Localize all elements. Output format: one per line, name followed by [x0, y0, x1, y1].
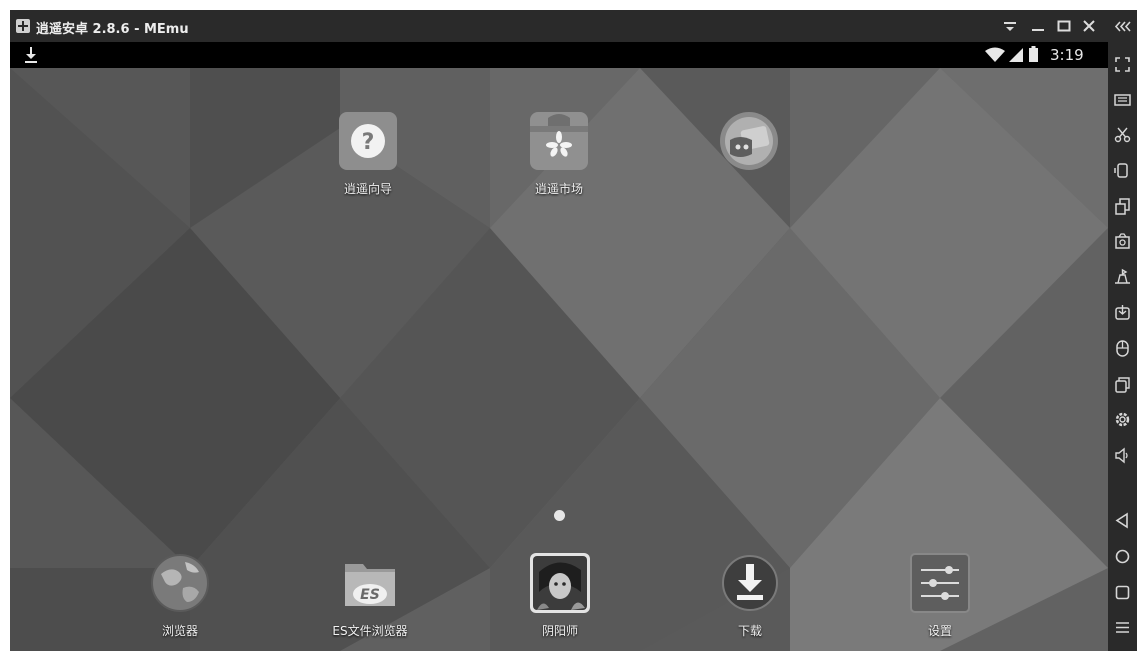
android-home-screen: ? 逍遥向导 逍遥市场 浏览器 ES ES文件浏览器 阴阳师 下载 设置 [10, 68, 1108, 651]
location-icon[interactable] [1112, 266, 1133, 287]
settings-icon [909, 552, 971, 614]
mouse-icon[interactable] [1112, 338, 1133, 359]
page-indicator-dot[interactable] [554, 510, 565, 521]
android-status-bar: 3:19 [10, 42, 1108, 68]
fullscreen-icon[interactable] [1112, 54, 1133, 75]
scissors-icon[interactable] [1112, 124, 1133, 145]
window-title: 逍遥安卓 2.8.6 - MEmu [36, 22, 189, 37]
dock-app-es-file-explorer[interactable]: ES ES文件浏览器 [305, 552, 435, 639]
app-label: 设置 [927, 624, 952, 638]
files-icon[interactable] [1112, 374, 1133, 395]
app-label: 逍遥向导 [343, 182, 392, 196]
multi-window-icon[interactable] [1112, 196, 1133, 217]
browser-globe-icon [149, 552, 211, 614]
app-xiaoyao-market[interactable]: 逍遥市场 [494, 110, 624, 197]
app-label: ES文件浏览器 [332, 624, 408, 638]
screenshot-icon[interactable] [1112, 231, 1133, 252]
app-label: 浏览器 [161, 624, 198, 638]
status-clock: 3:19 [1050, 46, 1084, 64]
menu-icon[interactable] [1112, 617, 1133, 638]
game-center-icon [718, 110, 780, 172]
dock-app-downloads[interactable]: 下载 [685, 552, 815, 639]
recents-icon[interactable] [1112, 582, 1133, 603]
collapse-icon[interactable] [1112, 16, 1133, 37]
settings-gear-icon[interactable] [1112, 409, 1133, 430]
home-icon[interactable] [1112, 546, 1133, 567]
back-icon[interactable] [1112, 510, 1133, 531]
es-file-explorer-icon: ES [339, 552, 401, 614]
cell-signal-icon [1007, 47, 1025, 63]
battery-icon [1029, 46, 1038, 62]
rotate-icon[interactable] [1112, 160, 1133, 181]
keyboard-icon[interactable] [1112, 89, 1133, 110]
minimize-icon[interactable] [1027, 15, 1049, 37]
app-xiaoyao-guide[interactable]: ? 逍遥向导 [303, 110, 433, 197]
app-label: 逍遥市场 [534, 182, 583, 196]
onmyoji-game-icon [529, 552, 591, 614]
svg-text:?: ? [362, 130, 375, 155]
dock-app-browser[interactable]: 浏览器 [115, 552, 245, 639]
emulator-window: 逍遥安卓 2.8.6 - MEmu 3:19 ? 逍遥向导 逍遥市场 浏览器 E… [10, 10, 1137, 651]
app-game-center[interactable] [684, 110, 814, 180]
dock-app-onmyoji[interactable]: 阴阳师 [495, 552, 625, 639]
window-menu-icon[interactable] [999, 15, 1021, 37]
maximize-icon[interactable] [1053, 15, 1075, 37]
svg-text:ES: ES [360, 587, 380, 603]
dock-app-settings[interactable]: 设置 [875, 552, 1005, 639]
install-apk-icon[interactable] [1112, 302, 1133, 323]
close-icon[interactable] [1078, 15, 1100, 37]
app-label: 下载 [737, 624, 762, 638]
download-notification-icon[interactable] [22, 45, 40, 65]
title-bar: 逍遥安卓 2.8.6 - MEmu [10, 10, 1108, 42]
memu-logo-icon [16, 19, 30, 33]
volume-icon[interactable] [1112, 445, 1133, 466]
market-icon [528, 110, 590, 172]
emulator-toolbar [1108, 10, 1137, 651]
help-icon: ? [337, 110, 399, 172]
app-label: 阴阳师 [541, 624, 578, 638]
download-icon [719, 552, 781, 614]
wifi-icon [985, 47, 1005, 63]
